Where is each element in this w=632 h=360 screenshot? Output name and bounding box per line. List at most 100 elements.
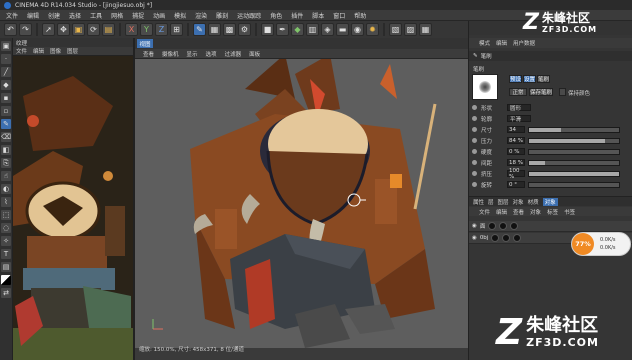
- property-value[interactable]: 34: [507, 126, 525, 133]
- scale-icon[interactable]: ▣: [72, 23, 85, 36]
- brush-section-header[interactable]: ✎ 笔刷: [469, 51, 632, 61]
- array-icon[interactable]: ▥: [306, 23, 319, 36]
- 3d-viewport[interactable]: [135, 59, 468, 348]
- redo-icon[interactable]: ↷: [19, 23, 32, 36]
- lasso-icon[interactable]: ◌: [1, 223, 11, 233]
- menu-item[interactable]: 选择: [69, 11, 81, 20]
- floor-icon[interactable]: ▬: [336, 23, 349, 36]
- brush-preset-chip[interactable]: 预设: [509, 75, 522, 83]
- uv-layout-icon[interactable]: ▨: [404, 23, 417, 36]
- cube-icon[interactable]: ■: [261, 23, 274, 36]
- keyframe-dot-icon[interactable]: [472, 116, 477, 121]
- x-axis-icon[interactable]: X: [125, 23, 138, 36]
- property-value[interactable]: 18 %: [507, 159, 525, 166]
- menu-item[interactable]: 创建: [48, 11, 60, 20]
- render-picture-viewer-icon[interactable]: ▩: [223, 23, 236, 36]
- property-slider[interactable]: [528, 170, 620, 177]
- uv-polygons-icon[interactable]: ▫: [1, 106, 11, 116]
- layer-visibility-icon[interactable]: ◉: [472, 235, 477, 241]
- property-value[interactable]: 0 °: [507, 181, 525, 188]
- property-spacing[interactable]: 间距 18 %: [472, 158, 620, 167]
- viewport-menu-options[interactable]: 选项: [206, 50, 217, 58]
- pen-spline-icon[interactable]: ✒: [276, 23, 289, 36]
- swap-colors-icon[interactable]: ⇄: [1, 288, 11, 298]
- profile-select[interactable]: 平滑: [507, 115, 531, 123]
- tab-attributes[interactable]: 属性: [473, 198, 484, 206]
- magic-wand-icon[interactable]: ✧: [1, 236, 11, 246]
- layer-menu-edit[interactable]: 编辑: [496, 208, 507, 216]
- light-icon[interactable]: ✹: [366, 23, 379, 36]
- coordinate-system-icon[interactable]: ⊞: [170, 23, 183, 36]
- layer-menu-tags[interactable]: 标签: [547, 208, 558, 216]
- keep-color-checkbox[interactable]: [559, 88, 566, 96]
- menu-item[interactable]: 帮助: [354, 11, 366, 20]
- deformer-icon[interactable]: ◈: [321, 23, 334, 36]
- menu-item[interactable]: 雕刻: [216, 11, 228, 20]
- viewport-menu-camera[interactable]: 摄像机: [162, 50, 179, 58]
- paint-setup-icon[interactable]: ▦: [419, 23, 432, 36]
- network-speed-widget[interactable]: 77% 0.0K/s 0.0K/s: [571, 232, 631, 256]
- keyframe-dot-icon[interactable]: [472, 105, 477, 110]
- menu-item[interactable]: 网格: [111, 11, 123, 20]
- tab-materials[interactable]: 材质: [528, 198, 539, 206]
- property-rotation[interactable]: 旋转 0 °: [472, 180, 620, 189]
- tab-objects[interactable]: 对象: [513, 198, 524, 206]
- menu-item[interactable]: 模拟: [174, 11, 186, 20]
- layer-menu-bookmarks[interactable]: 书签: [564, 208, 575, 216]
- property-value[interactable]: 100 %: [507, 168, 525, 180]
- color-swatch-icon[interactable]: [1, 275, 11, 285]
- tab-mode[interactable]: 模式: [479, 39, 490, 47]
- selection-rect-icon[interactable]: ⬚: [1, 210, 11, 220]
- eyedropper-icon[interactable]: ⌇: [1, 197, 11, 207]
- z-axis-icon[interactable]: Z: [155, 23, 168, 36]
- keyframe-dot-icon[interactable]: [472, 149, 477, 154]
- menu-item[interactable]: 编辑: [27, 11, 39, 20]
- y-axis-icon[interactable]: Y: [140, 23, 153, 36]
- uv-points-icon[interactable]: ▪: [1, 93, 11, 103]
- brush-dab-chip[interactable]: 笔刷: [537, 75, 550, 83]
- property-shape[interactable]: 形状 圆形: [472, 103, 620, 112]
- menu-item[interactable]: 脚本: [312, 11, 324, 20]
- material-swatch-icon[interactable]: [499, 222, 508, 230]
- property-slider[interactable]: [528, 148, 620, 155]
- menu-item[interactable]: 插件: [291, 11, 303, 20]
- layer-menu-view[interactable]: 查看: [513, 208, 524, 216]
- texture-preview-image[interactable]: [13, 56, 133, 360]
- material-swatch-icon[interactable]: [513, 234, 522, 242]
- tab-viewport[interactable]: 视图: [137, 39, 153, 48]
- tab-objects-active[interactable]: 对象: [542, 197, 558, 206]
- blend-mode-select[interactable]: 正常: [509, 88, 527, 96]
- keyframe-dot-icon[interactable]: [472, 160, 477, 165]
- layer-row[interactable]: ◉ 面: [469, 221, 632, 232]
- property-profile[interactable]: 轮廓 平滑: [472, 114, 620, 123]
- property-size[interactable]: 尺寸 34: [472, 125, 620, 134]
- menu-item[interactable]: 运动跟踪: [237, 11, 261, 20]
- layer-menu-objects[interactable]: 对象: [530, 208, 541, 216]
- property-pressure[interactable]: 压力 84 %: [472, 136, 620, 145]
- brush-settings-chip[interactable]: 设置: [523, 75, 536, 83]
- menu-item[interactable]: 动画: [153, 11, 165, 20]
- property-hardness[interactable]: 硬度 0 %: [472, 147, 620, 156]
- eraser-icon[interactable]: ⌫: [1, 132, 11, 142]
- material-swatch-icon[interactable]: [510, 222, 519, 230]
- viewport-menu-display[interactable]: 显示: [187, 50, 198, 58]
- subdivision-icon[interactable]: ◆: [291, 23, 304, 36]
- texture-menu-file[interactable]: 文件: [16, 47, 27, 55]
- live-select-icon[interactable]: ➚: [42, 23, 55, 36]
- viewport-menu-panel[interactable]: 面板: [249, 50, 260, 58]
- property-slider[interactable]: [528, 137, 620, 144]
- bodypaint-layout-icon[interactable]: ▧: [389, 23, 402, 36]
- edges-mode-icon[interactable]: ╱: [1, 67, 11, 77]
- smudge-icon[interactable]: ☝: [1, 171, 11, 181]
- gradient-icon[interactable]: ▤: [1, 262, 11, 272]
- layer-visibility-icon[interactable]: ◉: [472, 223, 477, 229]
- menu-item[interactable]: 工具: [90, 11, 102, 20]
- brush-icon[interactable]: ✎: [1, 119, 11, 129]
- property-slider[interactable]: [528, 181, 620, 188]
- tab-image-layers[interactable]: 图层: [498, 198, 509, 206]
- polygons-mode-icon[interactable]: ◆: [1, 80, 11, 90]
- tab-texture[interactable]: 纹理: [16, 39, 27, 47]
- render-settings-icon[interactable]: ⚙: [238, 23, 251, 36]
- menu-item[interactable]: 角色: [270, 11, 282, 20]
- brush-preview[interactable]: [472, 74, 498, 100]
